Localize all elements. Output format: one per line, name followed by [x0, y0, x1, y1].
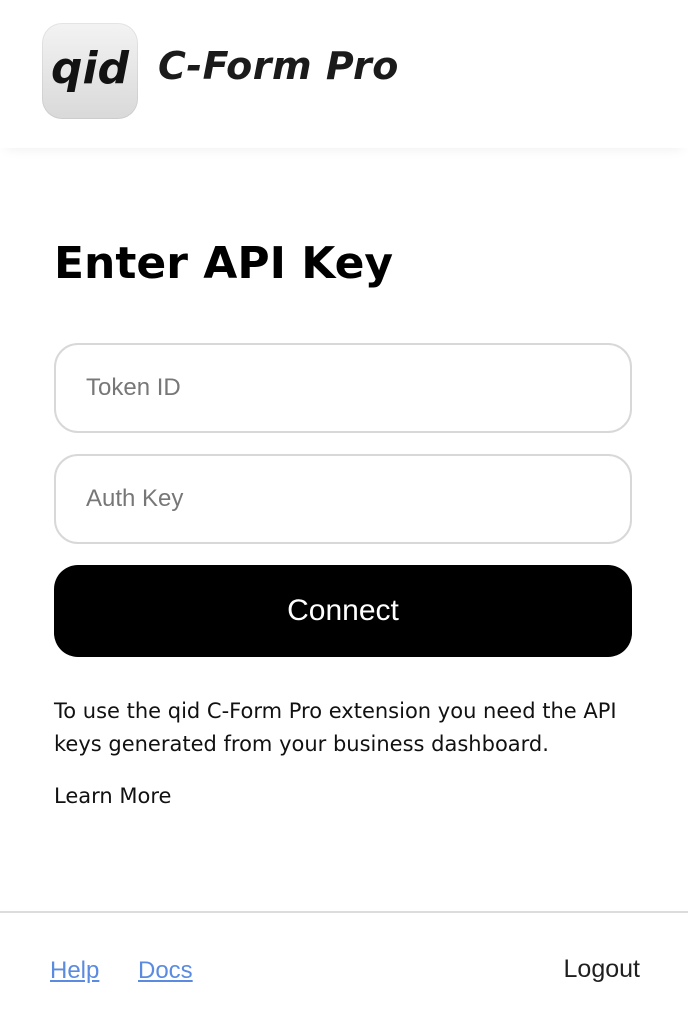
info-text: To use the qid C-Form Pro extension you … — [54, 698, 617, 756]
token-id-input[interactable] — [54, 342, 632, 433]
connect-button[interactable]: Connect — [54, 564, 632, 657]
qid-logo-text: qid — [51, 43, 130, 94]
app-header: qid C-Form Pro — [0, 0, 688, 148]
logout-button[interactable]: Logout — [564, 955, 640, 984]
help-link[interactable]: Help — [50, 957, 99, 985]
docs-link[interactable]: Docs — [138, 957, 193, 985]
qid-logo-icon: qid — [42, 23, 138, 119]
app-title: C-Form Pro — [158, 44, 399, 88]
auth-key-input[interactable] — [54, 453, 632, 544]
footer: Help Docs Logout — [0, 911, 688, 1024]
page-title: Enter API Key — [54, 238, 394, 289]
main-content: Enter API Key Connect To use the qid C-F… — [54, 238, 632, 808]
qid-logo-mark: qid — [51, 43, 130, 94]
learn-more-link[interactable]: Learn More — [54, 784, 171, 808]
